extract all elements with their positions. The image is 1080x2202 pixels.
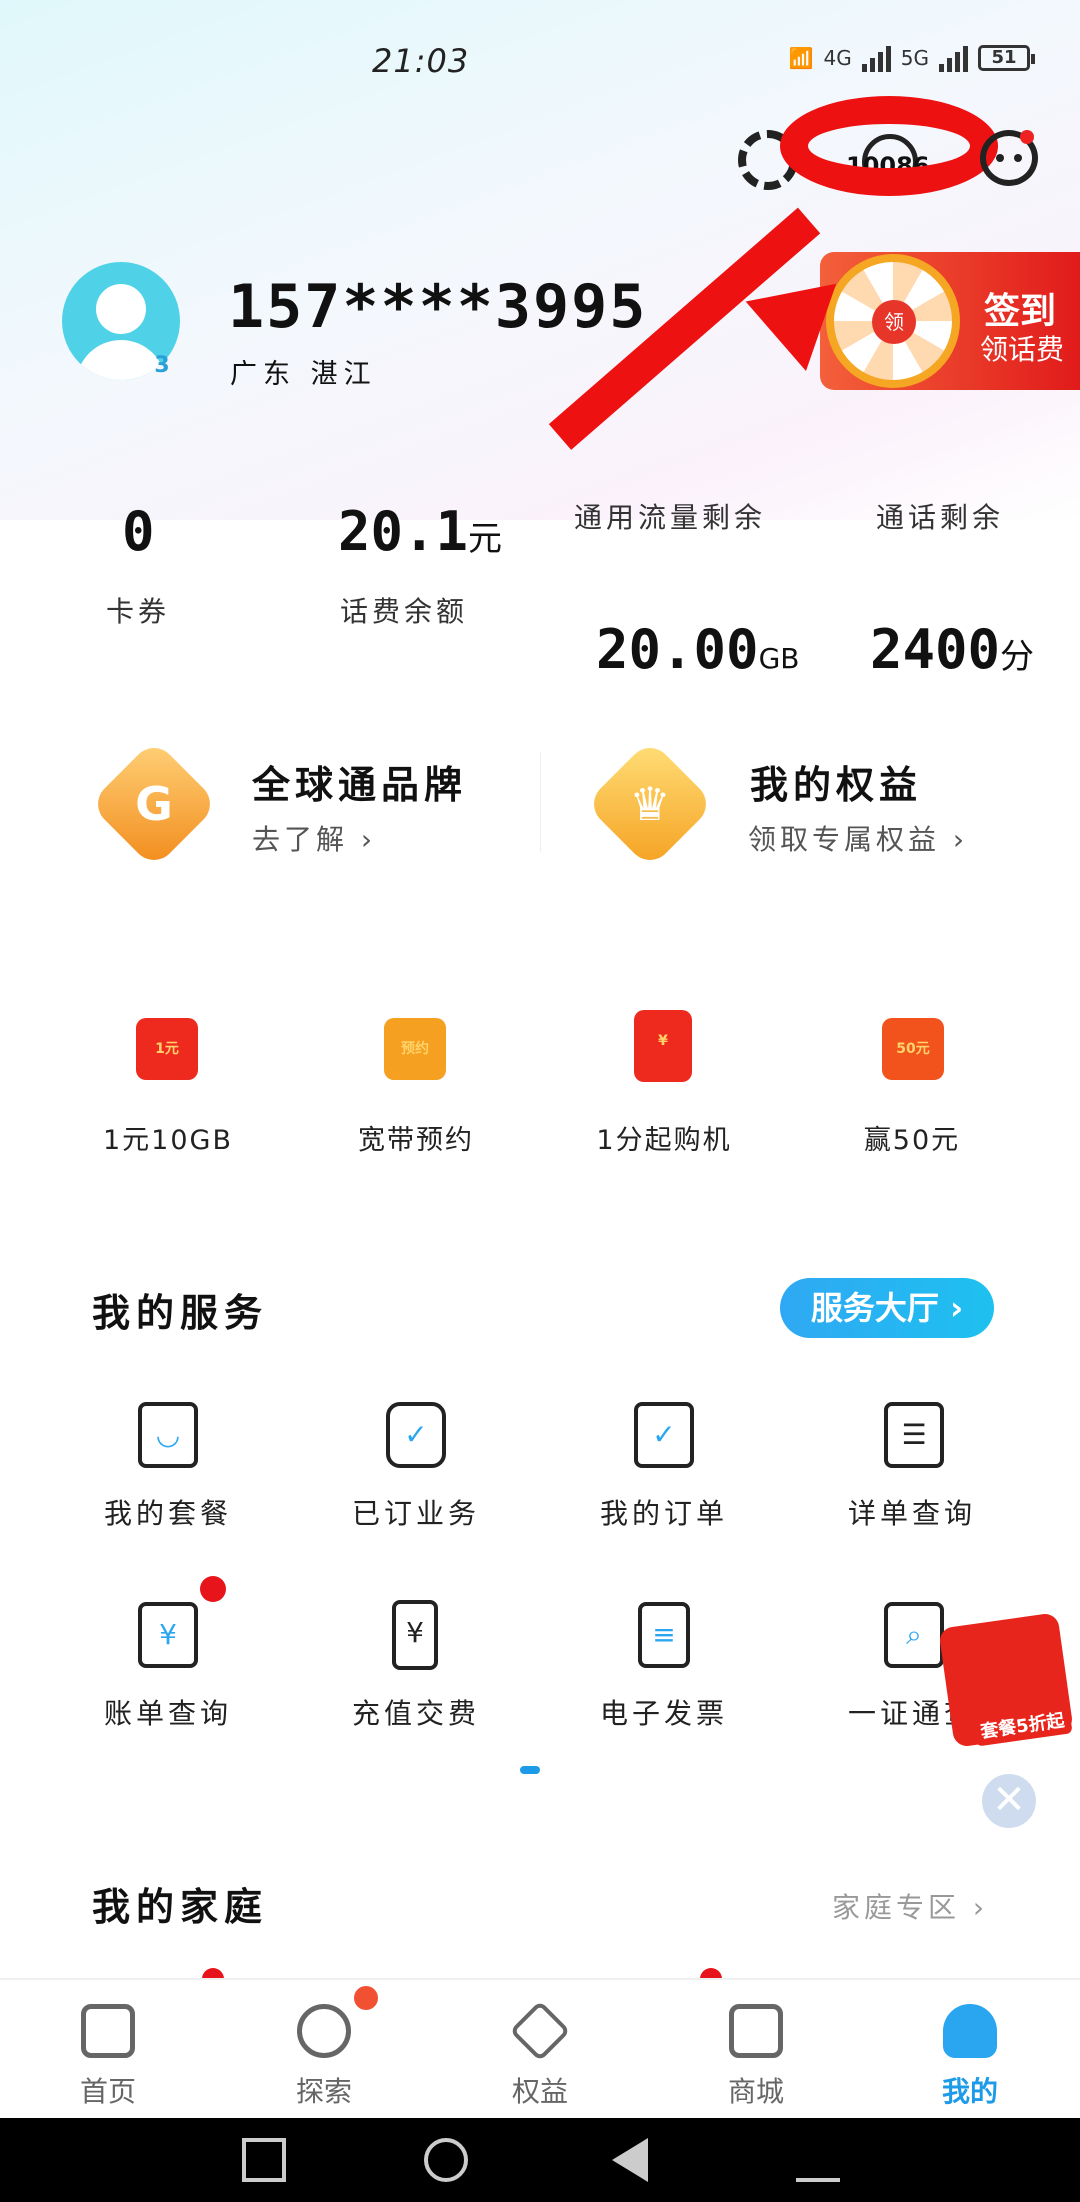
broadband-router-icon[interactable]: 预约 — [384, 1018, 446, 1080]
status-icons: 📶 4G 5G 51 — [788, 44, 1035, 72]
data-remaining-value[interactable]: 20.00GB — [596, 618, 799, 681]
nav-home[interactable]: 首页 — [38, 2004, 178, 2110]
divider — [540, 752, 541, 852]
close-icon[interactable]: ✕ — [982, 1774, 1036, 1828]
benefits-link[interactable]: 领取专属权益 › — [748, 818, 968, 858]
shopping-bag-icon[interactable]: ◡ — [138, 1402, 198, 1468]
notification-dot — [1020, 130, 1034, 144]
wifi-icon: 📶 — [788, 46, 814, 70]
phone-deal-icon[interactable]: ¥ — [634, 1010, 692, 1082]
notification-dot — [200, 1576, 226, 1602]
service-item-subscriptions[interactable]: 已订业务 — [306, 1492, 526, 1532]
voice-remaining-label: 通话剩余 — [876, 501, 1005, 534]
region-label: 广东 湛江 — [230, 359, 377, 390]
back-icon[interactable] — [612, 2138, 648, 2182]
bottom-nav: 首页 探索 权益 商城 我的 — [0, 1978, 1080, 2118]
user-icon — [943, 2004, 997, 2058]
service-hall-button[interactable]: 服务大厅 › — [780, 1278, 994, 1338]
family-zone-link[interactable]: 家庭专区 › — [832, 1886, 988, 1926]
services-section-title: 我的服务 — [92, 1291, 269, 1335]
service-item-e-invoice[interactable]: 电子发票 — [554, 1692, 774, 1732]
family-section-title: 我的家庭 — [92, 1885, 269, 1929]
quick-action-label[interactable]: 赢50元 — [802, 1118, 1022, 1157]
quick-action-label[interactable]: 1分起购机 — [554, 1118, 774, 1157]
quick-action-label[interactable]: 宽带预约 — [306, 1118, 526, 1157]
service-item-my-orders[interactable]: 我的订单 — [554, 1492, 774, 1532]
service-item-my-plan[interactable]: 我的套餐 — [58, 1492, 278, 1532]
brand-link[interactable]: 去了解 › — [252, 818, 376, 858]
data-remaining-label: 通用流量剩余 — [574, 501, 767, 534]
bill-icon[interactable]: ¥ — [138, 1602, 198, 1668]
phone-number: 157****3995 — [228, 272, 648, 342]
home-circle-icon[interactable] — [424, 2138, 468, 2182]
network-5g-label: 5G — [900, 46, 929, 70]
recent-apps-icon[interactable] — [242, 2138, 286, 2182]
crown-icon: ♛ — [629, 777, 671, 831]
notification-pull-icon[interactable] — [796, 2138, 840, 2182]
quick-action-label[interactable]: 1元10GB — [58, 1118, 278, 1157]
system-navigation-bar — [0, 2118, 1080, 2202]
page-indicator — [520, 1766, 540, 1774]
fee-balance-label: 话费余额 — [340, 595, 469, 628]
home-icon — [81, 2004, 135, 2058]
detail-list-icon[interactable]: ☰ — [884, 1402, 944, 1468]
coupon-label: 卡券 — [106, 595, 171, 628]
notification-dot — [354, 1986, 378, 2010]
status-time: 21:03 — [372, 42, 470, 80]
network-4g-label: 4G — [823, 46, 852, 70]
compass-icon — [297, 2004, 351, 2058]
shopping-bag-icon — [729, 2004, 783, 2058]
nav-benefits[interactable]: 权益 — [470, 2000, 610, 2110]
brand-title[interactable]: 全球通品牌 — [252, 754, 467, 809]
subscribed-services-icon[interactable]: ✓ — [386, 1402, 446, 1468]
signal-icon — [861, 44, 891, 72]
clipboard-icon[interactable]: ✓ — [634, 1402, 694, 1468]
service-item-call-details[interactable]: 详单查询 — [802, 1492, 1022, 1532]
g-logo-icon: G — [135, 777, 173, 831]
nav-explore[interactable]: 探索 — [254, 2004, 394, 2110]
nav-mine[interactable]: 我的 — [900, 2004, 1040, 2110]
promo-subtitle: 领话费 — [980, 333, 1065, 366]
benefits-title[interactable]: 我的权益 — [750, 754, 922, 809]
wheel-center-label: 领 — [872, 300, 916, 344]
promo-title: 签到 — [984, 291, 1057, 332]
diamond-icon — [509, 2000, 571, 2062]
nav-mall[interactable]: 商城 — [686, 2004, 826, 2110]
invoice-icon[interactable]: ≡ — [638, 1602, 690, 1668]
recharge-phone-icon[interactable]: ¥ — [392, 1600, 438, 1670]
id-search-icon[interactable]: ⌕ — [884, 1602, 944, 1668]
level-badge: 3 — [154, 353, 170, 378]
cash-prize-icon[interactable]: 50元 — [882, 1018, 944, 1080]
battery-icon: 51 — [978, 45, 1035, 71]
coupon-value[interactable]: 0 — [122, 500, 155, 563]
service-item-recharge[interactable]: 充值交费 — [306, 1692, 526, 1732]
service-item-bill-query[interactable]: 账单查询 — [58, 1692, 278, 1732]
annotation-ellipse — [780, 96, 998, 196]
voice-remaining-value[interactable]: 2400分 — [870, 618, 1034, 681]
data-pack-icon[interactable]: 1元 — [136, 1018, 198, 1080]
fee-balance-value[interactable]: 20.1元 — [338, 500, 502, 563]
signal-icon — [939, 44, 968, 72]
